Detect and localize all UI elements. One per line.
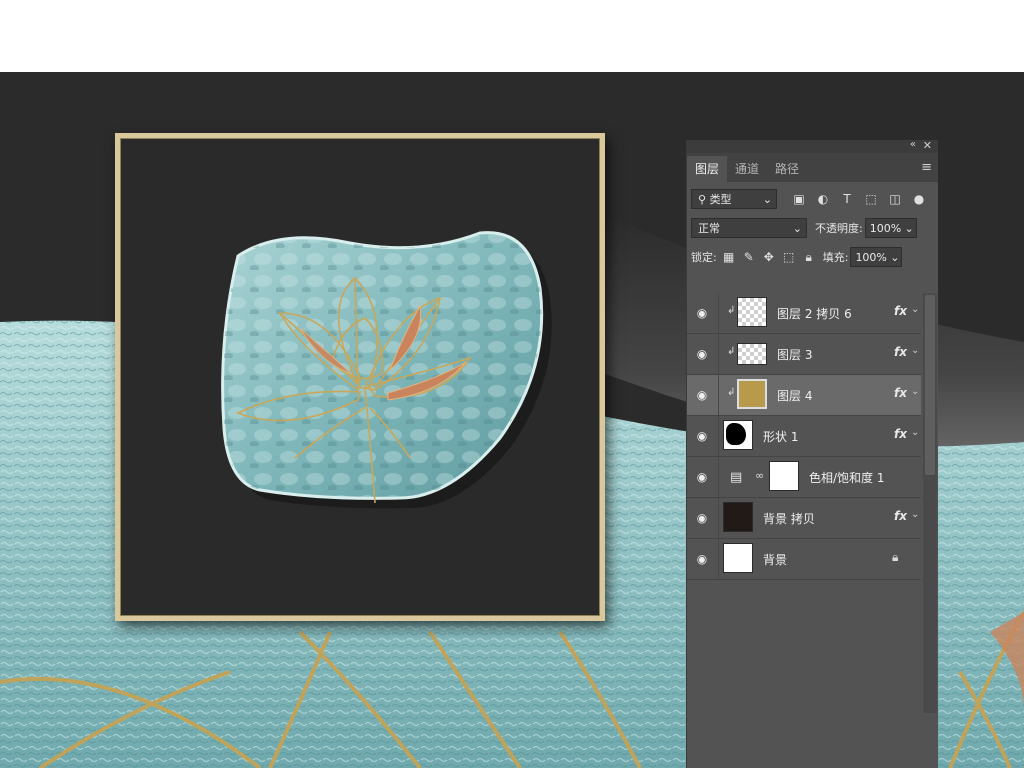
tab-layers[interactable]: 图层	[687, 156, 728, 182]
lock-transparent-pixels-icon[interactable]: ▦	[721, 249, 737, 265]
layer-name[interactable]: 图层 3	[777, 346, 812, 363]
layer-row[interactable]: ◉ ▤ ∞ 色相/饱和度 1	[687, 457, 921, 498]
layer-name[interactable]: 形状 1	[763, 428, 798, 445]
lock-artboard-icon[interactable]: ⬚	[781, 249, 797, 265]
chevron-down-icon[interactable]: ⌄	[911, 304, 919, 315]
filter-smart-object-icon[interactable]: ◫	[887, 191, 903, 207]
panel-menu-icon[interactable]: ≡	[921, 160, 932, 175]
fill-label: 填充:	[822, 250, 849, 264]
layer-effects-icon[interactable]: fx	[894, 345, 907, 359]
chevron-down-icon: ⌄	[904, 221, 914, 235]
filter-kind-select[interactable]: ⚲ 类型 ⌄	[691, 188, 777, 209]
eye-icon[interactable]: ◉	[695, 552, 709, 566]
chevron-down-icon[interactable]: ⌄	[911, 427, 919, 438]
layers-list: ◉ ↲ 图层 2 拷贝 6 fx ⌄ ◉ ↲ 图层 3 fx ⌄ ◉ ↲ 图层 …	[687, 293, 921, 580]
chevron-down-icon: ⌄	[762, 192, 772, 206]
chevron-down-icon[interactable]: ⌄	[911, 509, 919, 520]
close-panel-icon[interactable]: ✕	[923, 139, 932, 152]
layer-row[interactable]: ◉ 背景 拷贝 fx ⌄	[687, 498, 921, 539]
chevron-down-icon[interactable]: ⌄	[911, 345, 919, 356]
lock-position-icon[interactable]: ✥	[761, 249, 777, 265]
tab-channels[interactable]: 通道	[727, 156, 767, 182]
scrollbar-thumb[interactable]	[925, 295, 935, 475]
eye-icon[interactable]: ◉	[695, 388, 709, 402]
layer-effects-icon[interactable]: fx	[894, 509, 907, 523]
layer-name[interactable]: 背景 拷贝	[763, 510, 815, 527]
opacity-value: 100%	[869, 221, 902, 235]
layer-row[interactable]: ◉ ↲ 图层 2 拷贝 6 fx ⌄	[687, 293, 921, 334]
layer-mask-thumbnail	[769, 461, 799, 491]
layer-effects-icon[interactable]: fx	[894, 427, 907, 441]
layer-name[interactable]: 图层 2 拷贝 6	[777, 305, 852, 322]
search-icon: ⚲	[698, 192, 707, 206]
layer-thumbnail	[723, 502, 753, 532]
framed-painting	[115, 133, 605, 621]
lock-all-icon[interactable]: 🔒︎	[801, 249, 817, 265]
opacity-field[interactable]: 100% ⌄	[864, 217, 917, 238]
opacity-label: 不透明度:	[815, 221, 863, 235]
layers-scrollbar[interactable]	[923, 293, 937, 713]
layer-thumbnail	[723, 543, 753, 573]
adjustment-layer-icon: ▤	[730, 470, 743, 485]
layer-effects-icon[interactable]: fx	[894, 304, 907, 318]
eye-icon[interactable]: ◉	[695, 429, 709, 443]
panel-tabs: 图层 通道 路径 ≡	[687, 153, 938, 182]
chevron-down-icon[interactable]: ⌄	[911, 386, 919, 397]
layer-name[interactable]: 图层 4	[777, 387, 812, 404]
layer-effects-icon[interactable]: fx	[894, 386, 907, 400]
clip-indicator-icon: ↲	[727, 305, 736, 316]
lotus-artwork	[221, 231, 552, 509]
layer-thumbnail	[737, 379, 767, 409]
lock-icon: 🔒︎	[892, 550, 899, 564]
chevron-down-icon: ⌄	[890, 250, 900, 264]
fill-value: 100%	[855, 250, 887, 264]
clip-indicator-icon: ↲	[727, 346, 736, 357]
collapse-panel-icon[interactable]: «	[910, 139, 916, 150]
layer-name[interactable]: 背景	[763, 551, 787, 568]
panel-titlebar: « ✕	[687, 139, 938, 153]
filter-type-icon[interactable]: T	[839, 191, 855, 207]
eye-icon[interactable]: ◉	[695, 306, 709, 320]
clip-indicator-icon: ↲	[727, 387, 736, 398]
layer-row[interactable]: ◉ ↲ 图层 3 fx ⌄	[687, 334, 921, 375]
eye-icon[interactable]: ◉	[695, 470, 709, 484]
layer-thumbnail	[723, 420, 753, 450]
eye-icon[interactable]: ◉	[695, 347, 709, 361]
filter-shape-icon[interactable]: ⬚	[863, 191, 879, 207]
blend-row: 正常 ⌄ 不透明度: 100% ⌄	[687, 213, 938, 242]
layer-row[interactable]: ◉ 形状 1 fx ⌄	[687, 416, 921, 457]
layer-thumbnail	[737, 343, 767, 365]
fill-field[interactable]: 100% ⌄	[850, 246, 903, 267]
filter-adjustment-icon[interactable]: ◐	[815, 191, 831, 207]
filter-kind-value: 类型	[709, 192, 732, 206]
filter-toggle-icon[interactable]: ●	[911, 191, 927, 207]
top-white-area	[0, 0, 1024, 72]
layer-row-selected[interactable]: ◉ ↲ 图层 4 fx ⌄	[687, 375, 921, 416]
tab-paths[interactable]: 路径	[767, 156, 807, 182]
layer-thumbnail	[737, 297, 767, 327]
lock-image-pixels-icon[interactable]: ✎	[741, 249, 757, 265]
lock-row: 锁定: ▦ ✎ ✥ ⬚ 🔒︎ 填充: 100% ⌄	[687, 242, 938, 271]
blend-mode-select[interactable]: 正常 ⌄	[691, 217, 807, 238]
layer-name[interactable]: 色相/饱和度 1	[809, 469, 885, 486]
chain-link-icon[interactable]: ∞	[755, 469, 764, 482]
chevron-down-icon: ⌄	[792, 221, 802, 235]
filter-pixel-icon[interactable]: ▣	[791, 191, 807, 207]
layer-filter-row: ⚲ 类型 ⌄ ▣ ◐ T ⬚ ◫ ●	[687, 184, 938, 213]
layer-row[interactable]: ◉ 背景 🔒︎	[687, 539, 921, 580]
lock-label: 锁定:	[691, 250, 717, 264]
blend-mode-value: 正常	[698, 221, 720, 235]
layers-panel: « ✕ 图层 通道 路径 ≡ ⚲ 类型 ⌄ ▣ ◐ T ⬚ ◫ ● 正常 ⌄ 不…	[686, 139, 938, 768]
eye-icon[interactable]: ◉	[695, 511, 709, 525]
